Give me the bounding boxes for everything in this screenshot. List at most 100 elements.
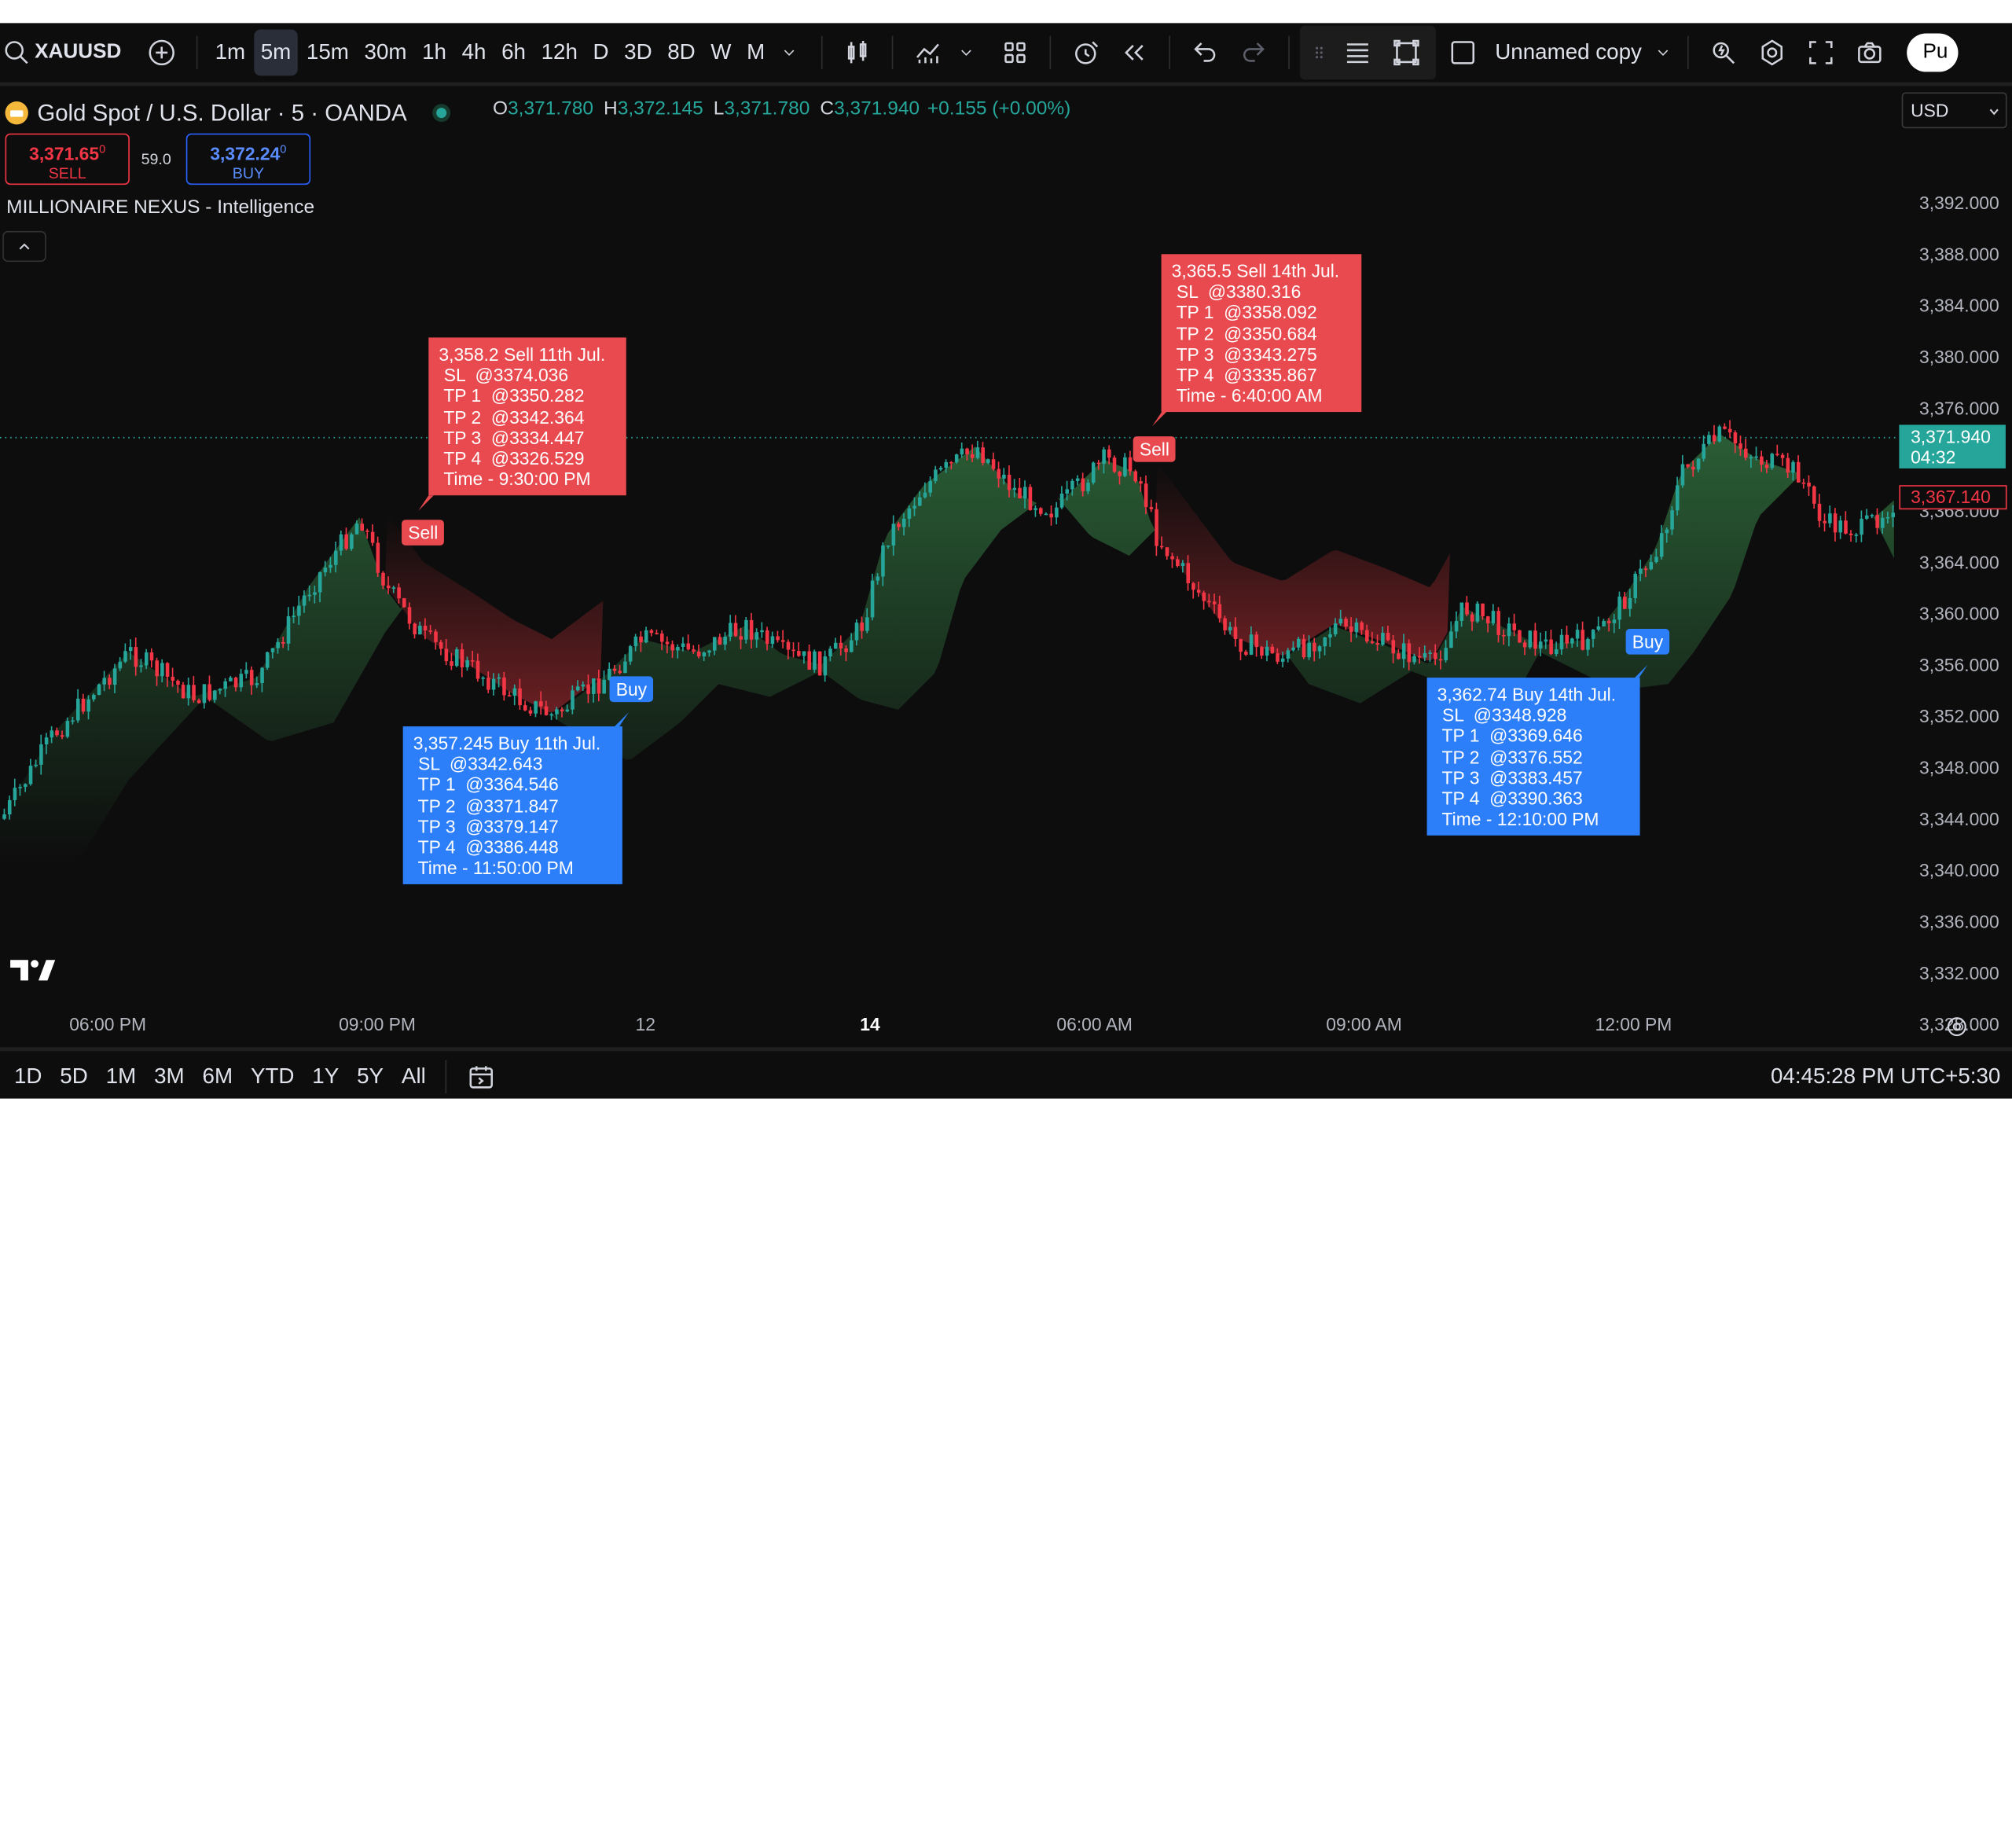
sell-button[interactable]: 3,371.650 SELL <box>5 133 130 186</box>
candle-body <box>1796 461 1801 483</box>
candle-body <box>839 642 843 648</box>
buy-signal-tag[interactable]: Buy <box>1625 629 1670 655</box>
candle-body <box>1018 487 1022 499</box>
candle-body <box>181 685 185 699</box>
candle-body <box>534 701 538 714</box>
candle-body <box>639 636 643 643</box>
timezone-clock[interactable]: 04:45:28 PM UTC+5:30 <box>1771 1064 2000 1090</box>
candle-body <box>24 784 28 788</box>
range-5y[interactable]: 5Y <box>348 1064 393 1090</box>
open-value: 3,371.780 <box>508 97 593 119</box>
range-all[interactable]: All <box>393 1064 435 1090</box>
candle-body <box>207 684 211 700</box>
candle-body <box>965 448 969 454</box>
candle-body <box>1764 465 1769 468</box>
tradingview-logo-icon <box>10 960 56 981</box>
candle-body <box>323 568 328 573</box>
candle-body <box>760 630 764 633</box>
range-3m[interactable]: 3M <box>145 1064 193 1090</box>
candle-body <box>1417 656 1422 658</box>
candle-body <box>255 683 259 685</box>
buy-price-fraction: 0 <box>280 142 287 156</box>
candle-body <box>712 637 717 651</box>
candle-body <box>844 648 848 652</box>
candle-body <box>1276 653 1280 662</box>
range-ytd[interactable]: YTD <box>242 1064 303 1090</box>
candle-body <box>1780 454 1785 458</box>
candle-body <box>350 534 354 549</box>
candle-body <box>696 651 701 657</box>
candle-body <box>1596 626 1601 630</box>
candle-body <box>1833 513 1838 533</box>
candle-body <box>1228 626 1232 630</box>
callout-pointer <box>1632 664 1648 681</box>
candle-body <box>1733 432 1738 444</box>
change-value: +0.155 (+0.00%) <box>927 97 1071 119</box>
candle-body <box>44 737 49 744</box>
candle-body <box>981 447 985 463</box>
symbol-legend: Gold Spot / U.S. Dollar · 5 · OANDA <box>5 95 451 131</box>
candle-body <box>1102 449 1106 464</box>
candle-body <box>991 459 996 469</box>
candle-body <box>1738 443 1742 449</box>
candle-body <box>1423 652 1427 658</box>
candle-body <box>1727 428 1732 433</box>
buy-signal-callout[interactable]: 3,357.245 Buy 11th Jul. SL @3342.643 TP … <box>402 726 622 885</box>
candle-body <box>1533 630 1537 649</box>
candle-body <box>1007 474 1012 490</box>
candle-body <box>870 580 875 618</box>
candle-body <box>1875 515 1879 528</box>
collapse-indicators-button[interactable] <box>2 230 46 263</box>
candle-body <box>1023 487 1027 499</box>
range-1y[interactable]: 1Y <box>303 1064 348 1090</box>
candle-body <box>1323 637 1327 647</box>
candle-body <box>376 542 380 573</box>
price-axis[interactable]: 3,392.000 3,388.000 3,384.000 3,380.000 3,37… <box>1896 105 2012 1034</box>
buy-signal-tag[interactable]: Buy <box>609 676 654 703</box>
currency-select[interactable]: USD <box>1901 92 2007 129</box>
time-axis[interactable]: 06:00 PM 09:00 PM 12 14 06:00 AM 09:00 AM 12:0… <box>0 1009 1896 1045</box>
sell-signal-callout[interactable]: 3,365.5 Sell 14th Jul. SL @3380.316 TP 1… <box>1161 254 1362 413</box>
axis-settings-gear-icon[interactable] <box>1944 1014 1970 1040</box>
candle-body <box>628 646 633 662</box>
candle-body <box>1212 601 1217 604</box>
candle-body <box>365 531 369 532</box>
candle-body <box>1454 620 1459 632</box>
candle-body <box>1086 483 1090 491</box>
candle-body <box>1891 513 1896 517</box>
publish-button[interactable]: Pu <box>1907 33 1959 72</box>
sell-signal-tag[interactable]: Sell <box>1133 436 1177 462</box>
candle-body <box>776 636 780 641</box>
candle-body <box>1386 633 1390 641</box>
candle-body <box>102 678 107 685</box>
candle-body <box>1502 634 1506 637</box>
goto-date-calendar-icon[interactable] <box>462 1053 501 1098</box>
range-1m[interactable]: 1M <box>97 1064 145 1090</box>
buy-signal-callout[interactable]: 3,362.74 Buy 14th Jul. SL @3348.928 TP 1… <box>1426 678 1640 836</box>
sell-signal-callout[interactable]: 3,358.2 Sell 11th Jul. SL @3374.036 TP 1… <box>428 337 626 496</box>
candle-body <box>318 572 322 593</box>
symbol-title[interactable]: Gold Spot / U.S. Dollar · 5 · OANDA <box>37 100 406 127</box>
candle-body <box>65 721 70 737</box>
candle-body <box>1370 641 1375 644</box>
time-tick-label: 09:00 PM <box>339 1013 416 1034</box>
price-tick-label: 3,348.000 <box>1919 757 1999 778</box>
candle-body <box>901 518 906 527</box>
candle-body <box>1391 640 1396 654</box>
candle-body <box>1801 482 1806 484</box>
range-1d[interactable]: 1D <box>6 1064 51 1090</box>
candle-body <box>276 641 280 648</box>
candle-body <box>797 651 801 656</box>
sell-signal-tag[interactable]: Sell <box>402 520 445 546</box>
candle-body <box>802 651 806 656</box>
candle-body <box>954 454 959 462</box>
candle-body <box>1217 604 1222 619</box>
candle-body <box>770 636 775 645</box>
candle-body <box>1770 454 1775 468</box>
buy-button[interactable]: 3,372.240 BUY <box>185 133 311 186</box>
range-5d[interactable]: 5D <box>51 1064 97 1090</box>
candle-body <box>1538 641 1543 649</box>
indicator-title[interactable]: MILLIONAIRE NEXUS - Intelligence <box>6 197 314 219</box>
range-6m[interactable]: 6M <box>193 1064 241 1090</box>
candle-body <box>1375 643 1379 645</box>
